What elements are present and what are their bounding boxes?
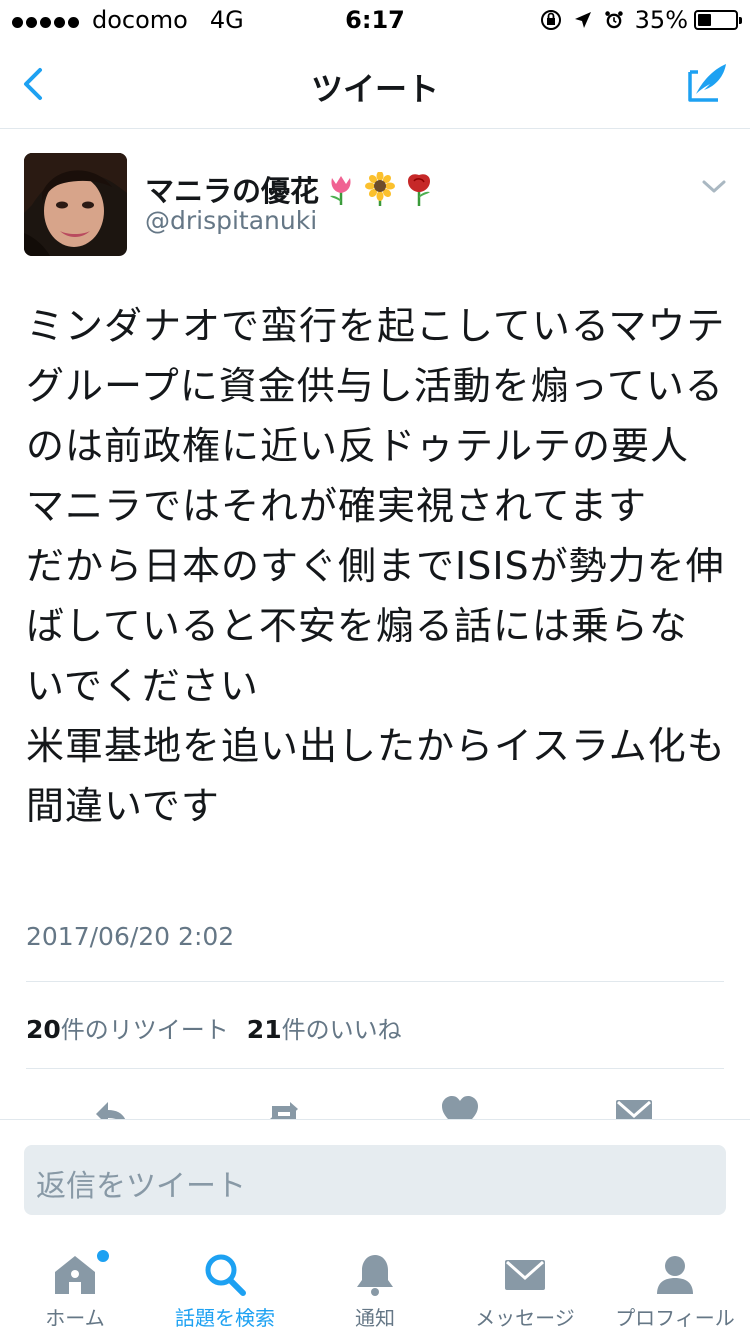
avatar-image [24, 153, 127, 256]
envelope-icon [505, 1260, 545, 1290]
notification-dot [95, 1248, 111, 1264]
bell-icon [357, 1255, 393, 1296]
battery-icon [694, 10, 742, 30]
reply-placeholder: 返信をツイート [36, 1169, 246, 1204]
page-title: ツイート [310, 70, 439, 108]
reply-icon[interactable] [92, 1094, 132, 1119]
profile-icon [657, 1256, 693, 1294]
alarm-icon [604, 11, 623, 29]
retweet-stat[interactable]: 20件のリツイート [26, 1015, 229, 1044]
navigation-bar: ツイート [0, 40, 750, 129]
battery-fill [698, 14, 711, 26]
tab-messages[interactable]: メッセージ [450, 1240, 600, 1334]
tab-notifications[interactable]: 通知 [300, 1240, 450, 1334]
rose-emoji-icon [408, 174, 431, 206]
compose-tweet-icon[interactable] [684, 60, 730, 106]
message-icon[interactable] [614, 1094, 654, 1119]
retweet-count: 20 [26, 1015, 61, 1044]
like-icon[interactable] [440, 1094, 480, 1119]
tweet-stats: 20件のリツイート 21件のいいね [26, 1010, 402, 1045]
tab-search[interactable]: 話題を検索 [150, 1240, 300, 1334]
like-count: 21 [246, 1015, 282, 1044]
home-icon [55, 1256, 95, 1294]
battery-percent: 35% [634, 6, 688, 34]
like-label: 件のいいね [281, 1016, 402, 1044]
avatar[interactable] [24, 153, 127, 256]
tweet-text: ミンダナオで蛮行を起こしているマウテ グループに資金供与し活動を煽っているのは前… [26, 304, 726, 828]
tulip-emoji-icon [330, 176, 351, 205]
sunflower-emoji-icon [365, 172, 396, 206]
status-right: 35% [539, 6, 742, 34]
retweet-icon[interactable] [264, 1094, 304, 1119]
divider [26, 981, 724, 982]
orientation-lock-icon [540, 10, 561, 30]
tab-profile[interactable]: プロフィール [600, 1240, 750, 1334]
reply-bar: 返信をツイート [0, 1119, 750, 1240]
chevron-down-icon[interactable] [700, 176, 728, 196]
tweet-actions [0, 1092, 750, 1119]
tab-label: ホーム [45, 1306, 105, 1330]
user-handle[interactable]: @drispitanuki [145, 206, 317, 235]
display-name-text: マニラの優花 [145, 174, 320, 208]
status-bar: docomo 4G 6:17 35% [0, 0, 750, 40]
tab-label: プロフィール [615, 1306, 735, 1330]
search-icon [205, 1254, 246, 1296]
tweet-timestamp: 2017/06/20 2:02 [26, 922, 235, 951]
reply-input[interactable]: 返信をツイート [24, 1145, 726, 1215]
tab-label: 通知 [355, 1306, 395, 1330]
retweet-label: 件のリツイート [60, 1016, 229, 1044]
display-name[interactable]: マニラの優花 [145, 168, 436, 210]
tab-bar: ホーム 話題を検索 通知 メッセージ プロフィール [0, 1240, 750, 1334]
tab-label: 話題を検索 [175, 1306, 275, 1330]
tab-label: メッセージ [475, 1306, 575, 1330]
like-stat[interactable]: 21件のいいね [246, 1015, 402, 1044]
divider [26, 1068, 724, 1069]
location-arrow-icon [574, 12, 591, 28]
tab-home[interactable]: ホーム [0, 1240, 150, 1334]
